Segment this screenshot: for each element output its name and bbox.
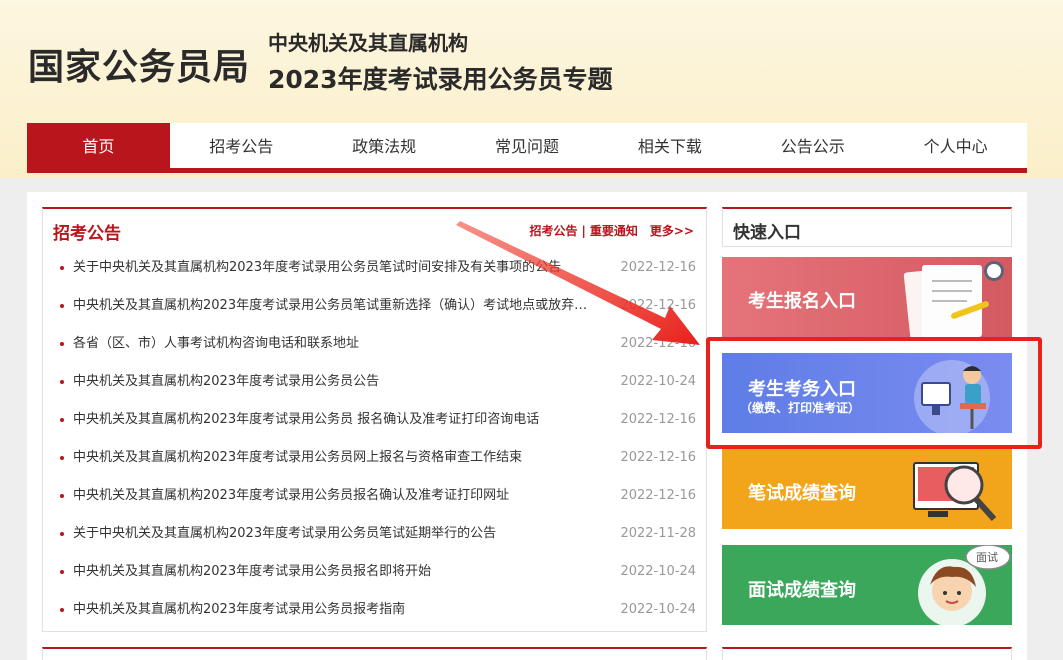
news-date: 2022-12-16	[620, 412, 696, 427]
nav-recruit-notice[interactable]: 招考公告	[170, 123, 313, 168]
list-item[interactable]: 各省（区、市）人事考试机构咨询电话和联系地址 2022-12-16	[43, 325, 706, 363]
news-title[interactable]: 中央机关及其直属机构2023年度考试录用公务员笔试重新选择（确认）考试地点或放弃…	[73, 287, 598, 325]
more-link[interactable]: 更多>>	[650, 224, 694, 238]
bullet-icon	[60, 494, 64, 498]
news-date: 2022-10-24	[620, 602, 696, 617]
news-title[interactable]: 中央机关及其直属机构2023年度考试录用公务员报考指南	[73, 591, 598, 629]
news-title[interactable]: 中央机关及其直属机构2023年度考试录用公务员报名确认及准考证打印网址	[73, 477, 598, 515]
news-title[interactable]: 中央机关及其直属机构2023年度考试录用公务员报名即将开始	[73, 553, 598, 591]
notice-title: 招考公告	[53, 224, 121, 244]
list-item[interactable]: 中央机关及其直属机构2023年度考试录用公务员报考指南 2022-10-24	[43, 591, 706, 629]
news-date: 2022-12-16	[620, 488, 696, 503]
interview-score-query-button[interactable]: 面试 面试成绩查询	[722, 545, 1012, 625]
link-separator: |	[581, 224, 586, 238]
written-score-query-label: 笔试成绩查询	[748, 483, 856, 504]
nav-policy[interactable]: 政策法规	[313, 123, 456, 168]
nav-downloads[interactable]: 相关下载	[598, 123, 741, 168]
downloads-panel-top	[722, 647, 1012, 660]
news-date: 2022-12-16	[620, 450, 696, 465]
nav-personal-center[interactable]: 个人中心	[884, 123, 1027, 168]
header: 国家公务员局 中央机关及其直属机构 2023年度考试录用公务员专题 首页 招考公…	[0, 0, 1063, 178]
link-important[interactable]: 重要通知	[590, 224, 638, 238]
interview-bubble-text: 面试	[976, 551, 998, 564]
list-item[interactable]: 中央机关及其直属机构2023年度考试录用公务员报名确认及准考证打印网址 2022-…	[43, 477, 706, 515]
list-item[interactable]: 中央机关及其直属机构2023年度考试录用公务员笔试重新选择（确认）考试地点或放弃…	[43, 287, 706, 325]
notice-panel: 招考公告 招考公告 | 重要通知 更多>> 关于中央机关及其直属机构2023年度考试录…	[42, 207, 707, 632]
nav-faq[interactable]: 常见问题	[456, 123, 599, 168]
bullet-icon	[60, 380, 64, 384]
link-recruit-notice[interactable]: 招考公告	[529, 224, 577, 238]
list-item[interactable]: 中央机关及其直属机构2023年度考试录用公务员报名即将开始 2022-10-24	[43, 553, 706, 591]
quick-entry-title: 快速入口	[733, 223, 801, 243]
written-score-query-button[interactable]: 笔试成绩查询	[722, 449, 1012, 529]
news-title[interactable]: 中央机关及其直属机构2023年度考试录用公务员 报名确认及准考证打印咨询电话	[73, 401, 598, 439]
news-title[interactable]: 关于中央机关及其直属机构2023年度考试录用公务员笔试延期举行的公告	[73, 515, 598, 553]
news-title[interactable]: 关于中央机关及其直属机构2023年度考试录用公务员笔试时间安排及有关事项的公告	[73, 249, 598, 287]
bullet-icon	[60, 418, 64, 422]
bullet-icon	[60, 456, 64, 460]
bullet-icon	[60, 608, 64, 612]
exam-affairs-entry-sublabel: （缴费、打印准考证）	[740, 401, 861, 415]
exam-affairs-entry-button[interactable]: 考生考务入口 （缴费、打印准考证）	[722, 353, 1012, 433]
registration-entry-button[interactable]: 考生报名入口	[722, 257, 1012, 337]
bullet-icon	[60, 342, 64, 346]
nav-home[interactable]: 首页	[27, 123, 170, 168]
news-title[interactable]: 中央机关及其直属机构2023年度考试录用公务员网上报名与资格审查工作结束	[73, 439, 598, 477]
bullet-icon	[60, 304, 64, 308]
registration-entry-label: 考生报名入口	[748, 291, 856, 312]
list-item[interactable]: 关于中央机关及其直属机构2023年度考试录用公务员笔试延期举行的公告 2022-1…	[43, 515, 706, 553]
list-item[interactable]: 中央机关及其直属机构2023年度考试录用公务员 报名确认及准考证打印咨询电话 20…	[43, 401, 706, 439]
news-list: 关于中央机关及其直属机构2023年度考试录用公务员笔试时间安排及有关事项的公告 2…	[43, 249, 706, 629]
news-title[interactable]: 各省（区、市）人事考试机构咨询电话和联系地址	[73, 325, 598, 363]
news-title[interactable]: 中央机关及其直属机构2023年度考试录用公务员公告	[73, 363, 598, 401]
main-content: 招考公告 招考公告 | 重要通知 更多>> 关于中央机关及其直属机构2023年度考试录…	[27, 192, 1027, 660]
main-nav: 首页 招考公告 政策法规 常见问题 相关下载 公告公示 个人中心	[27, 123, 1027, 173]
exam-affairs-entry-label: 考生考务入口	[748, 379, 856, 400]
header-subtitle: 中央机关及其直属机构	[268, 31, 468, 55]
list-item[interactable]: 关于中央机关及其直属机构2023年度考试录用公务员笔试时间安排及有关事项的公告 2…	[43, 249, 706, 287]
news-date: 2022-12-16	[620, 298, 696, 313]
news-date: 2022-12-16	[620, 336, 696, 351]
site-logo[interactable]: 国家公务员局	[28, 38, 250, 90]
news-date: 2022-11-28	[620, 526, 696, 541]
policy-panel-top	[42, 647, 707, 660]
quick-entry-header: 快速入口	[722, 207, 1012, 247]
bullet-icon	[60, 532, 64, 536]
notice-links: 招考公告 | 重要通知 更多>>	[529, 222, 694, 239]
bullet-icon	[60, 266, 64, 270]
bullet-icon	[60, 570, 64, 574]
interview-score-query-label: 面试成绩查询	[748, 580, 856, 601]
news-date: 2022-10-24	[620, 374, 696, 389]
nav-announcements[interactable]: 公告公示	[741, 123, 884, 168]
header-title: 2023年度考试录用公务员专题	[268, 65, 613, 94]
news-date: 2022-12-16	[620, 260, 696, 275]
list-item[interactable]: 中央机关及其直属机构2023年度考试录用公务员公告 2022-10-24	[43, 363, 706, 401]
list-item[interactable]: 中央机关及其直属机构2023年度考试录用公务员网上报名与资格审查工作结束 2022…	[43, 439, 706, 477]
news-date: 2022-10-24	[620, 564, 696, 579]
